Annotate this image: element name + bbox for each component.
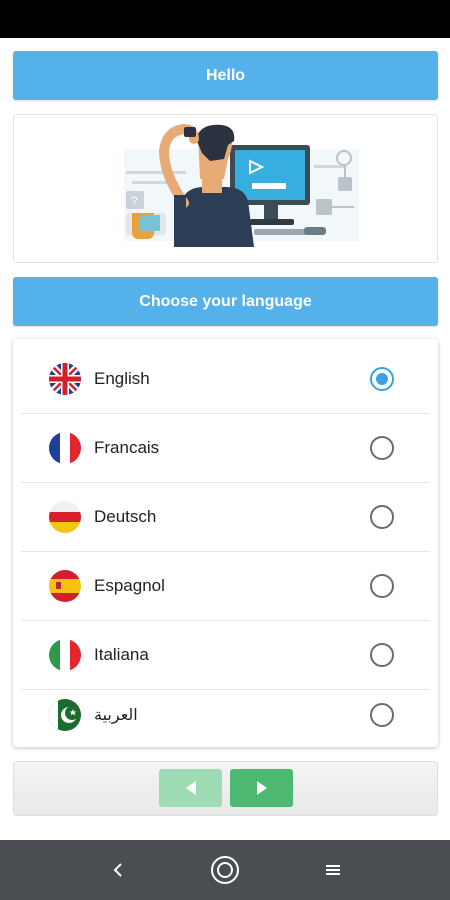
- back-chevron-icon: [113, 863, 122, 877]
- radio-francais[interactable]: [370, 436, 394, 460]
- spain-flag-icon: [49, 570, 81, 602]
- pakistan-flag-icon: [49, 699, 81, 731]
- hello-banner: Hello: [13, 51, 438, 100]
- next-button[interactable]: [230, 769, 293, 807]
- system-navigation-bar: [0, 840, 450, 900]
- language-item-arabic[interactable]: العربية: [21, 690, 430, 740]
- illustration-card: ?: [13, 114, 438, 263]
- language-label-deutsch: Deutsch: [94, 507, 157, 526]
- home-circle-icon: [211, 856, 239, 884]
- radio-english[interactable]: [370, 367, 394, 391]
- navigation-bar: [13, 761, 438, 816]
- choose-language-title: Choose your language: [139, 292, 312, 310]
- arrow-right-icon: [256, 781, 267, 795]
- language-label-espagnol: Espagnol: [94, 576, 165, 595]
- status-bar: [0, 0, 450, 38]
- svg-text:?: ?: [131, 194, 138, 208]
- system-home-button[interactable]: [209, 854, 241, 886]
- language-item-italiana[interactable]: Italiana: [21, 621, 430, 690]
- france-flag-icon: [49, 432, 81, 464]
- system-back-button[interactable]: [102, 854, 134, 886]
- radio-espagnol[interactable]: [370, 574, 394, 598]
- menu-lines-icon: [326, 865, 340, 875]
- choose-language-banner: Choose your language: [13, 277, 438, 326]
- language-item-francais[interactable]: Francais: [21, 414, 430, 483]
- arrow-left-icon: [185, 781, 196, 795]
- germany-flag-icon: [49, 501, 81, 533]
- previous-button[interactable]: [159, 769, 222, 807]
- language-item-espagnol[interactable]: Espagnol: [21, 552, 430, 621]
- hello-title: Hello: [205, 66, 246, 84]
- language-item-deutsch[interactable]: Deutsch: [21, 483, 430, 552]
- radio-arabic[interactable]: [370, 703, 394, 727]
- uk-flag-icon: [49, 363, 81, 395]
- language-label-francais: Francais: [94, 438, 160, 457]
- language-label-arabic: العربية: [94, 707, 138, 724]
- person-at-computer-illustration: ?: [124, 123, 359, 247]
- radio-italiana[interactable]: [370, 643, 394, 667]
- language-item-english[interactable]: English: [21, 345, 430, 414]
- language-list: English Francais Deutsch Espagnol Italia…: [13, 339, 438, 747]
- italy-flag-icon: [49, 639, 81, 671]
- language-label-italiana: Italiana: [94, 645, 149, 664]
- language-label-english: English: [94, 369, 150, 388]
- system-menu-button[interactable]: [317, 854, 349, 886]
- radio-deutsch[interactable]: [370, 505, 394, 529]
